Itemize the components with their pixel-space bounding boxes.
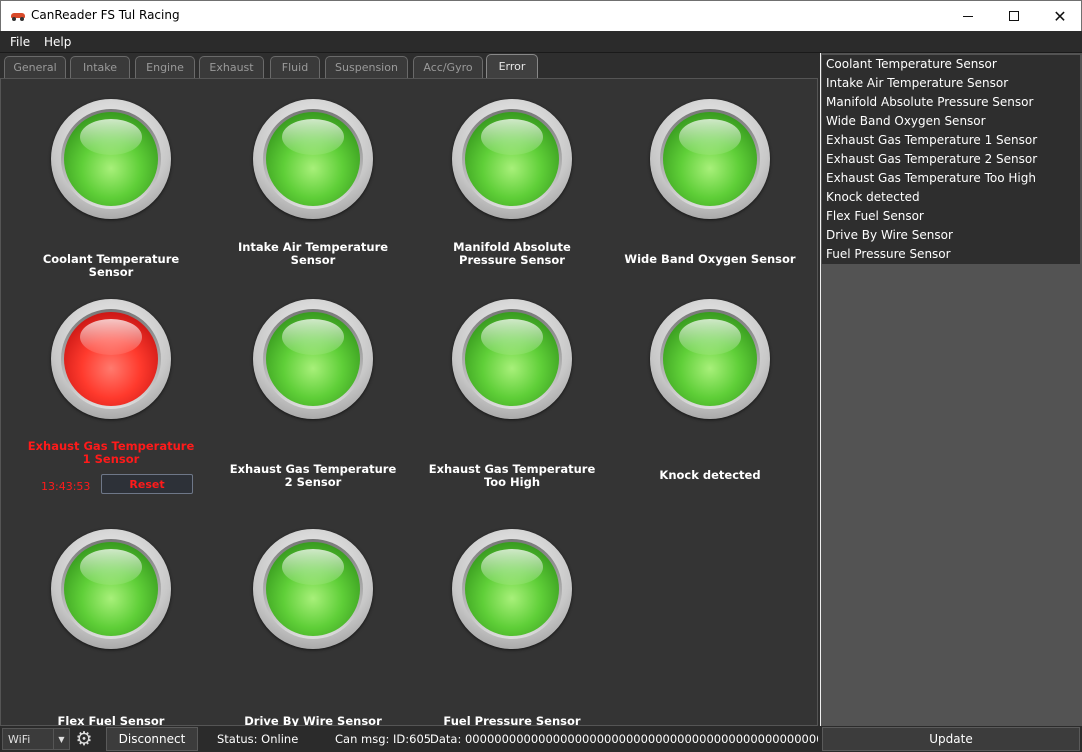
- status-text: Status: Online: [217, 732, 299, 746]
- sensor-cell: Flex Fuel Sensor: [11, 529, 211, 728]
- chevron-down-icon[interactable]: ▼: [53, 729, 69, 749]
- maximize-button[interactable]: [991, 1, 1037, 31]
- list-item[interactable]: Exhaust Gas Temperature 1 Sensor: [822, 131, 1080, 150]
- error-list[interactable]: Coolant Temperature Sensor Intake Air Tem…: [822, 55, 1080, 264]
- status-light-green-icon: [452, 529, 572, 649]
- sensor-cell: Exhaust Gas Temperature 1 Sensor 13:43:53…: [11, 299, 211, 494]
- data-text: Data: 0000000000000000000000000000000000…: [430, 732, 818, 746]
- tab-fluid[interactable]: Fluid: [270, 56, 320, 78]
- error-panel: Coolant Temperature Sensor Intake Air Tem…: [0, 78, 818, 728]
- menu-file[interactable]: File: [10, 35, 30, 49]
- menu-bar: File Help: [0, 31, 1082, 53]
- list-item[interactable]: Exhaust Gas Temperature 2 Sensor: [822, 150, 1080, 169]
- sensor-cell: Exhaust Gas Temperature 2 Sensor: [213, 299, 413, 489]
- sensor-label: Exhaust Gas Temperature Too High: [428, 462, 596, 489]
- list-item[interactable]: Exhaust Gas Temperature Too High: [822, 169, 1080, 188]
- list-item[interactable]: Coolant Temperature Sensor: [822, 55, 1080, 74]
- sensor-label: Knock detected: [659, 468, 761, 482]
- sensor-label: Coolant Temperature Sensor: [42, 252, 180, 279]
- close-icon: ✕: [1053, 6, 1067, 26]
- sensor-cell: Drive By Wire Sensor: [213, 529, 413, 728]
- status-light-red-icon: [51, 299, 171, 419]
- error-timestamp: 13:43:53: [41, 480, 91, 493]
- status-light-green-icon: [253, 299, 373, 419]
- sensor-cell: Exhaust Gas Temperature Too High: [412, 299, 612, 489]
- tab-intake[interactable]: Intake: [70, 56, 130, 78]
- status-light-green-icon: [253, 99, 373, 219]
- can-msg-text: Can msg: ID:605: [335, 732, 432, 746]
- sensor-label: Wide Band Oxygen Sensor: [624, 252, 796, 266]
- disconnect-button[interactable]: Disconnect: [106, 727, 198, 751]
- minimize-icon: [963, 15, 973, 17]
- sensor-label: Exhaust Gas Temperature 1 Sensor: [27, 439, 195, 466]
- sensor-label: Exhaust Gas Temperature 2 Sensor: [229, 462, 397, 489]
- close-button[interactable]: ✕: [1037, 1, 1082, 31]
- status-light-green-icon: [650, 99, 770, 219]
- minimize-button[interactable]: [945, 1, 991, 31]
- connection-value: WiFi: [8, 733, 31, 746]
- sensor-label: Intake Air Temperature Sensor: [237, 240, 389, 267]
- maximize-icon: [1009, 11, 1019, 21]
- error-list-panel: Coolant Temperature Sensor Intake Air Tem…: [821, 53, 1082, 726]
- gear-icon[interactable]: ⚙: [73, 728, 95, 750]
- list-item[interactable]: Manifold Absolute Pressure Sensor: [822, 93, 1080, 112]
- window-title: CanReader FS Tul Racing: [31, 8, 180, 22]
- list-item[interactable]: Flex Fuel Sensor: [822, 207, 1080, 226]
- tab-general[interactable]: General: [4, 56, 66, 78]
- list-item[interactable]: Knock detected: [822, 188, 1080, 207]
- sensor-label: Manifold Absolute Pressure Sensor: [453, 240, 571, 267]
- list-item[interactable]: Wide Band Oxygen Sensor: [822, 112, 1080, 131]
- list-item[interactable]: Drive By Wire Sensor: [822, 226, 1080, 245]
- status-light-green-icon: [51, 99, 171, 219]
- status-light-green-icon: [51, 529, 171, 649]
- list-item[interactable]: Fuel Pressure Sensor: [822, 245, 1080, 264]
- tab-engine[interactable]: Engine: [135, 56, 195, 78]
- connection-select[interactable]: WiFi ▼: [2, 728, 70, 750]
- status-light-green-icon: [650, 299, 770, 419]
- tab-exhaust[interactable]: Exhaust: [199, 56, 264, 78]
- title-bar: CanReader FS Tul Racing ✕: [0, 0, 1082, 31]
- reset-button[interactable]: Reset: [101, 474, 193, 494]
- main-area: General Intake Engine Exhaust Fluid Suspensio…: [0, 53, 820, 728]
- tab-suspension[interactable]: Suspension: [325, 56, 408, 78]
- sensor-cell: Fuel Pressure Sensor: [412, 529, 612, 728]
- sensor-cell: Coolant Temperature Sensor: [11, 99, 211, 289]
- status-light-green-icon: [253, 529, 373, 649]
- status-light-green-icon: [452, 299, 572, 419]
- tab-acc-gyro[interactable]: Acc/Gyro: [413, 56, 483, 78]
- sensor-cell: Intake Air Temperature Sensor: [213, 99, 413, 289]
- update-button[interactable]: Update: [822, 727, 1080, 751]
- sensor-cell: Wide Band Oxygen Sensor: [610, 99, 810, 289]
- menu-help[interactable]: Help: [44, 35, 71, 49]
- app-car-icon: [11, 10, 25, 21]
- tab-error[interactable]: Error: [486, 54, 538, 78]
- tab-bar: General Intake Engine Exhaust Fluid Suspensio…: [0, 53, 820, 78]
- sensor-cell: Knock detected: [610, 299, 810, 489]
- sensor-cell: Manifold Absolute Pressure Sensor: [412, 99, 612, 289]
- status-bar: WiFi ▼ ⚙ Disconnect Status: Online Can m…: [0, 726, 1082, 752]
- status-light-green-icon: [452, 99, 572, 219]
- list-item[interactable]: Intake Air Temperature Sensor: [822, 74, 1080, 93]
